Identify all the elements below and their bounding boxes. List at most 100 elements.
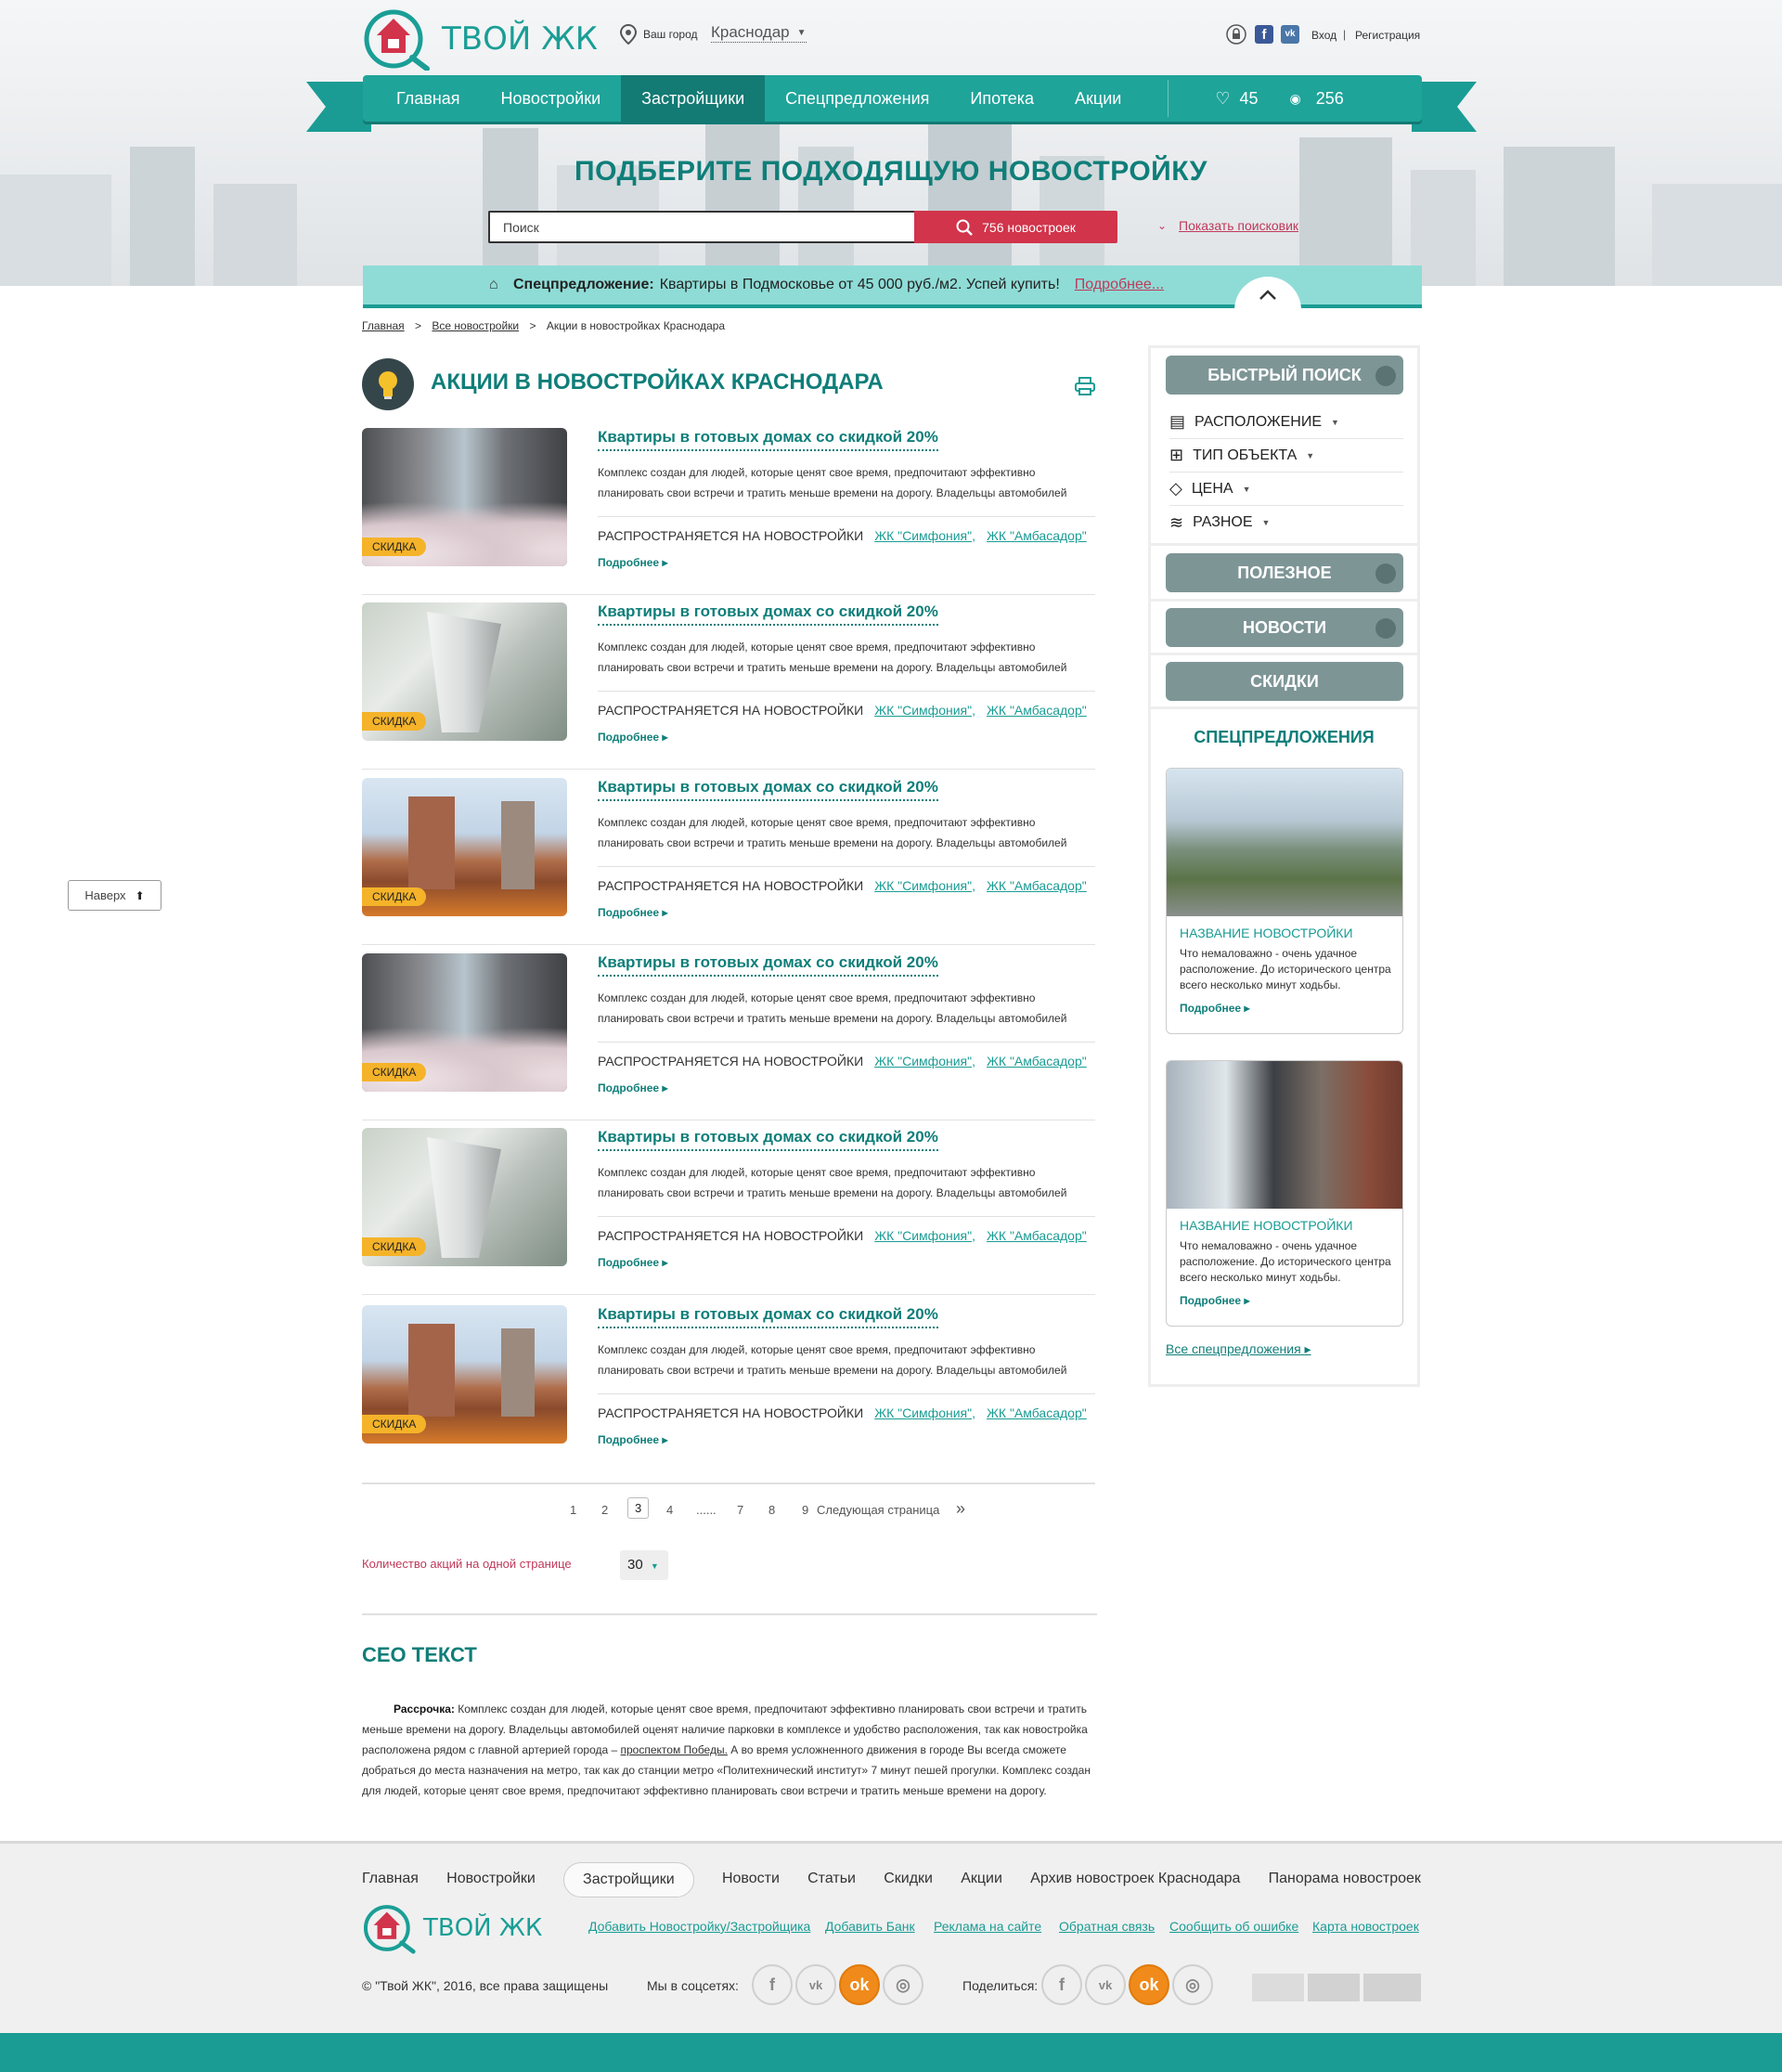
item-title[interactable]: Квартиры в готовых домах со скидкой 20% xyxy=(598,602,938,626)
building-link[interactable]: ЖК "Амбасадор" xyxy=(987,703,1087,718)
building-link[interactable]: ЖК "Симфония", xyxy=(874,878,975,893)
odnoklassniki-icon[interactable]: ok xyxy=(1129,1964,1169,2005)
footer-nav-item[interactable]: Новости xyxy=(722,1862,780,1897)
nav-item-promotions[interactable]: Акции xyxy=(1054,75,1142,122)
footer-link[interactable]: Добавить Банк xyxy=(825,1919,915,1934)
footer-nav-item[interactable]: Статьи xyxy=(807,1862,856,1897)
more-link[interactable]: Подробнее ▸ xyxy=(598,731,667,744)
footer-logo[interactable]: ТВОЙ ЖК xyxy=(362,1902,542,1954)
item-title[interactable]: Квартиры в готовых домах со скидкой 20% xyxy=(598,778,938,801)
instagram-icon[interactable]: ◎ xyxy=(1172,1964,1213,2005)
nav-item-new-buildings[interactable]: Новостройки xyxy=(481,75,622,122)
more-link[interactable]: Подробнее ▸ xyxy=(598,906,667,919)
offer-card[interactable]: НАЗВАНИЕ НОВОСТРОЙКИ Что немаловажно - о… xyxy=(1166,1060,1403,1327)
more-link[interactable]: Подробнее ▸ xyxy=(598,1433,667,1446)
search-input[interactable]: Поиск xyxy=(488,211,914,243)
building-link[interactable]: ЖК "Симфония", xyxy=(874,703,975,718)
footer-nav-item-active[interactable]: Застройщики xyxy=(563,1862,694,1897)
favorites-counter[interactable]: ♡ 45 xyxy=(1215,89,1258,109)
footer-nav-item[interactable]: Новостройки xyxy=(446,1862,536,1897)
nav-item-mortgage[interactable]: Ипотека xyxy=(949,75,1054,122)
search-button[interactable]: 756 новостроек xyxy=(914,211,1117,243)
facebook-icon[interactable]: f xyxy=(752,1964,793,2005)
item-title[interactable]: Квартиры в готовых домах со скидкой 20% xyxy=(598,428,938,451)
promo-image[interactable]: СКИДКА xyxy=(362,1128,567,1266)
promo-more-link[interactable]: Подробнее... xyxy=(1075,277,1164,293)
facebook-icon[interactable]: f xyxy=(1255,25,1273,44)
nav-item-developers[interactable]: Застройщики xyxy=(621,75,766,122)
logo[interactable]: ТВОЙ ЖК xyxy=(362,7,598,71)
city-select[interactable]: Краснодар ▼ xyxy=(711,23,807,43)
nav-item-home[interactable]: Главная xyxy=(376,75,481,122)
next-page-link[interactable]: Следующая страница xyxy=(817,1503,939,1517)
print-icon[interactable] xyxy=(1075,377,1095,395)
views-counter[interactable]: ◉ 256 xyxy=(1290,89,1344,109)
item-title[interactable]: Квартиры в готовых домах со скидкой 20% xyxy=(598,1305,938,1328)
discounts-button[interactable]: СКИДКИ xyxy=(1166,662,1403,701)
filter-misc[interactable]: ≋ РАЗНОЕ ▼ xyxy=(1169,506,1403,539)
more-link[interactable]: Подробнее ▸ xyxy=(598,1256,667,1269)
breadcrumb-all[interactable]: Все новостройки xyxy=(432,319,519,332)
vk-icon[interactable]: vk xyxy=(795,1964,836,2005)
building-link[interactable]: ЖК "Амбасадор" xyxy=(987,878,1087,893)
building-link[interactable]: ЖК "Симфония", xyxy=(874,1228,975,1243)
page-link[interactable]: 1 xyxy=(570,1503,576,1517)
promo-image[interactable]: СКИДКА xyxy=(362,428,567,566)
item-title[interactable]: Квартиры в готовых домах со скидкой 20% xyxy=(598,953,938,977)
building-link[interactable]: ЖК "Амбасадор" xyxy=(987,1405,1087,1420)
offer-more-link[interactable]: Подробнее ▸ xyxy=(1180,1002,1249,1015)
seo-link[interactable]: проспектом Победы. xyxy=(621,1743,728,1756)
footer-nav-item[interactable]: Панорама новостроек xyxy=(1269,1862,1421,1897)
page-link[interactable]: 4 xyxy=(666,1503,673,1517)
filter-object-type[interactable]: ⊞ ТИП ОБЪЕКТА ▼ xyxy=(1169,439,1403,473)
page-link[interactable]: 7 xyxy=(737,1503,743,1517)
page-link[interactable]: 8 xyxy=(768,1503,775,1517)
footer-link[interactable]: Сообщить об ошибке xyxy=(1169,1919,1298,1934)
building-link[interactable]: ЖК "Амбасадор" xyxy=(987,1054,1087,1068)
login-link[interactable]: Вход xyxy=(1311,29,1336,42)
page-link[interactable]: 2 xyxy=(601,1503,608,1517)
odnoklassniki-icon[interactable]: ok xyxy=(839,1964,880,2005)
show-search-link[interactable]: Показать поисковик xyxy=(1179,218,1298,233)
offer-more-link[interactable]: Подробнее ▸ xyxy=(1180,1294,1249,1307)
footer-link[interactable]: Обратная связь xyxy=(1059,1919,1155,1934)
item-title[interactable]: Квартиры в готовых домах со скидкой 20% xyxy=(598,1128,938,1151)
nav-item-special-offers[interactable]: Спецпредложения xyxy=(765,75,949,122)
back-to-top-button[interactable]: Наверх ⬆ xyxy=(68,880,161,911)
page-link-current[interactable]: 3 xyxy=(627,1497,650,1519)
promo-image[interactable]: СКИДКА xyxy=(362,602,567,741)
footer-link[interactable]: Добавить Новостройку/Застройщика xyxy=(588,1919,810,1934)
footer-nav-item[interactable]: Главная xyxy=(362,1862,419,1897)
useful-button[interactable]: ПОЛЕЗНОЕ xyxy=(1166,553,1403,592)
page-link[interactable]: 9 xyxy=(802,1503,808,1517)
instagram-icon[interactable]: ◎ xyxy=(883,1964,923,2005)
footer-nav-item[interactable]: Скидки xyxy=(884,1862,933,1897)
footer-nav-item[interactable]: Акции xyxy=(961,1862,1002,1897)
breadcrumb-home[interactable]: Главная xyxy=(362,319,405,332)
building-link[interactable]: ЖК "Амбасадор" xyxy=(987,1228,1087,1243)
building-link[interactable]: ЖК "Симфония", xyxy=(874,1054,975,1068)
promo-image[interactable]: СКИДКА xyxy=(362,953,567,1092)
facebook-icon[interactable]: f xyxy=(1041,1964,1082,2005)
footer-nav-item[interactable]: Архив новостроек Краснодара xyxy=(1030,1862,1240,1897)
vk-icon[interactable]: vk xyxy=(1085,1964,1126,2005)
footer-link[interactable]: Реклама на сайте xyxy=(934,1919,1041,1934)
promo-image[interactable]: СКИДКА xyxy=(362,778,567,916)
offer-card[interactable]: НАЗВАНИЕ НОВОСТРОЙКИ Что немаловажно - о… xyxy=(1166,768,1403,1034)
building-link[interactable]: ЖК "Амбасадор" xyxy=(987,528,1087,543)
filter-location[interactable]: ▤ РАСПОЛОЖЕНИЕ ▼ xyxy=(1169,406,1403,439)
footer-link[interactable]: Карта новостроек xyxy=(1312,1919,1419,1934)
quick-search-button[interactable]: БЫСТРЫЙ ПОИСК xyxy=(1166,356,1403,395)
promo-image[interactable]: СКИДКА xyxy=(362,1305,567,1444)
building-link[interactable]: ЖК "Симфония", xyxy=(874,528,975,543)
register-link[interactable]: Регистрация xyxy=(1355,29,1420,42)
news-button[interactable]: НОВОСТИ xyxy=(1166,608,1403,647)
building-link[interactable]: ЖК "Симфония", xyxy=(874,1405,975,1420)
more-link[interactable]: Подробнее ▸ xyxy=(598,1081,667,1094)
next-arrow-icon[interactable]: » xyxy=(956,1499,965,1519)
per-page-select[interactable]: 30 ▼ xyxy=(620,1550,668,1580)
all-offers-link[interactable]: Все спецпредложения ▸ xyxy=(1166,1341,1311,1357)
filter-price[interactable]: ◇ ЦЕНА ▼ xyxy=(1169,473,1403,506)
lock-icon[interactable] xyxy=(1226,24,1246,45)
more-link[interactable]: Подробнее ▸ xyxy=(598,556,667,569)
